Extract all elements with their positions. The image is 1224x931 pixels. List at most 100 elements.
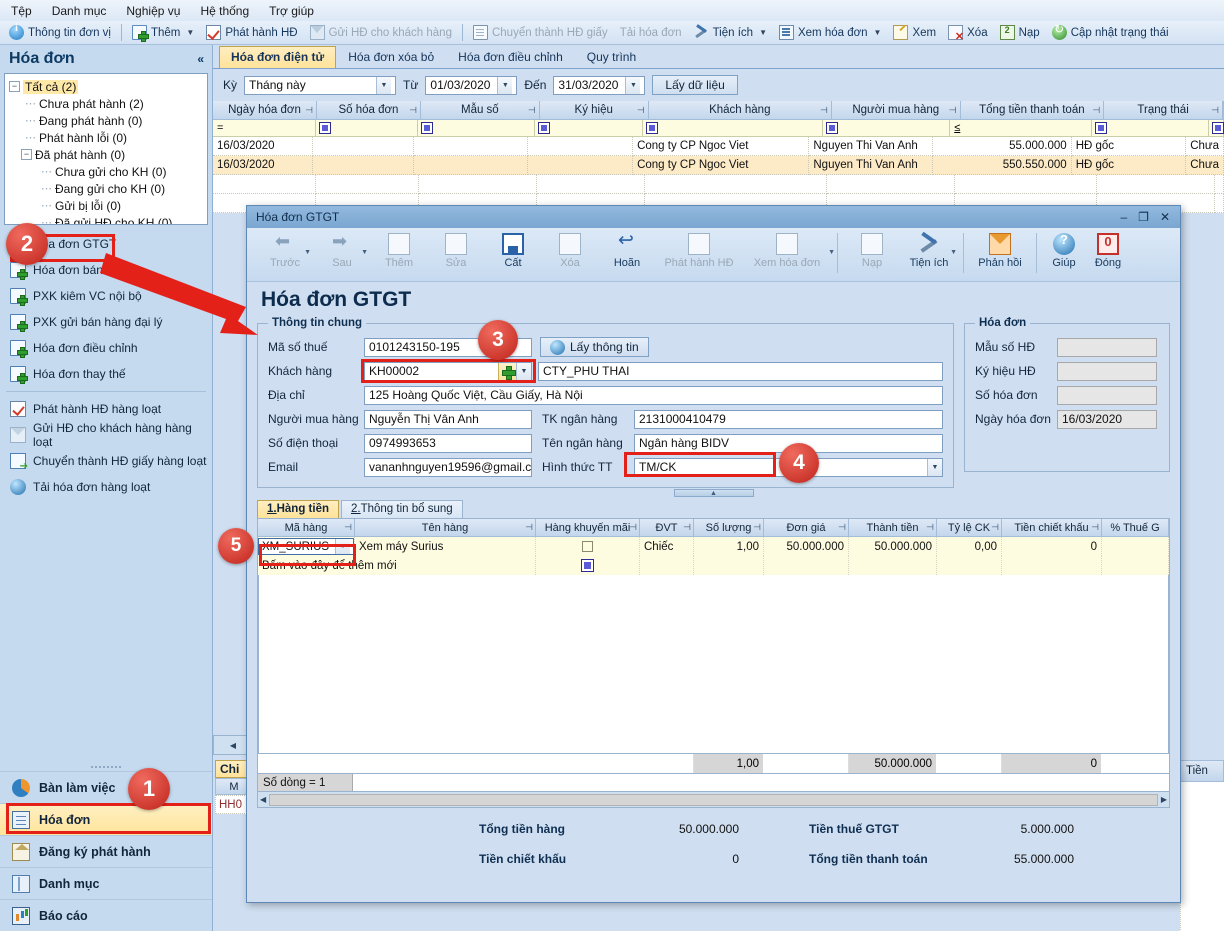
chevron-down-icon[interactable]: ▼ [950, 249, 957, 256]
sidebar-item-tai-hoa-don-hang-loat[interactable]: Tải hóa đơn hàng loạt [0, 474, 212, 500]
item-col-ma-hang[interactable]: Mã hàng ⊣ [258, 519, 355, 537]
item-code-select[interactable]: XM_SURIUS ▼ [258, 538, 354, 555]
maximize-icon[interactable]: ❐ [1138, 210, 1149, 224]
dialog-btn-cat[interactable]: Cất [485, 233, 541, 269]
tree-node[interactable]: ⋯ Đang gửi cho KH (0) [7, 180, 205, 197]
chevron-left-icon[interactable]: ◀ [230, 741, 236, 750]
filter-box-icon[interactable] [421, 122, 434, 134]
menu-item-he-thong[interactable]: Hệ thống [197, 3, 252, 19]
nav-item-ban-lam-viec[interactable]: Bàn làm việc [0, 771, 212, 803]
sidebar-grip[interactable] [0, 763, 212, 771]
item-row[interactable]: XM_SURIUS ▼ Xem máy Surius Chiếc 1,00 50… [258, 537, 1169, 556]
item-col-tien-chiet-khau[interactable]: Tiền chiết khấu ⊣ [1002, 519, 1102, 537]
grid-col-tong-tien-thanh-toan[interactable]: Tổng tiền thanh toán ⊣ [960, 101, 1105, 120]
grid-col-ky-hieu[interactable]: Ký hiệu ⊣ [539, 101, 649, 120]
menu-item-danh-muc[interactable]: Danh mục [49, 3, 110, 19]
filter-box-icon[interactable] [538, 122, 551, 134]
toolbar-phat-hanh-hd[interactable]: Phát hành HĐ [201, 24, 302, 41]
item-cell-so-luong[interactable]: 1,00 [694, 537, 764, 556]
chevron-left-icon[interactable]: ◀ [260, 795, 266, 804]
get-data-button[interactable]: Lấy dữ liệu [652, 75, 738, 95]
menu-item-tro-giup[interactable]: Trợ giúp [266, 3, 317, 19]
add-new-hint[interactable]: Bấm vào đây để thêm mới [258, 556, 536, 575]
item-col-dvt[interactable]: ĐVT ⊣ [640, 519, 694, 537]
customer-name-input[interactable]: CTY_PHU THAI [538, 361, 943, 381]
dialog-btn-giup[interactable]: Giúp [1043, 232, 1085, 269]
collapse-icon[interactable]: « [197, 52, 204, 66]
tree-node[interactable]: ⋯ Đã gửi HĐ cho KH (0) [7, 214, 205, 225]
dialog-btn-dong[interactable]: Đóng [1086, 233, 1130, 269]
grid-filter-cell[interactable]: = [213, 120, 316, 137]
nav-item-danh-muc[interactable]: Danh mục [0, 867, 212, 899]
item-cell-ty-le-ck[interactable]: 0,00 [937, 537, 1002, 556]
tree-node[interactable]: − Đã phát hành (0) [7, 146, 205, 163]
tab-hoa-don-xoa-bo[interactable]: Hóa đơn xóa bỏ [336, 46, 446, 68]
tab-quy-trinh[interactable]: Quy trình [575, 46, 648, 68]
item-cell-thue[interactable] [1102, 537, 1169, 556]
invoice-status-tree[interactable]: − Tất cả (2) ⋯ Chưa phát hành (2) ⋯ Đang… [4, 73, 208, 225]
bank-account-input[interactable]: 2131000410479 [634, 409, 943, 429]
filter-box-icon[interactable] [1212, 122, 1224, 134]
from-date-input[interactable]: 01/03/2020 ▼ [425, 75, 518, 95]
nav-item-bao-cao[interactable]: Báo cáo [0, 899, 212, 931]
buyer-input[interactable]: Nguyễn Thị Vân Anh [364, 409, 532, 429]
grid-col-trang-thai[interactable]: Trạng thái ⊣ [1104, 101, 1223, 120]
toolbar-cap-nhat-trang-thai[interactable]: Cập nhật trạng thái [1047, 22, 1174, 41]
sidebar-item-hoa-don-thay-the[interactable]: Hóa đơn thay thế [0, 361, 212, 387]
chevron-down-icon[interactable]: ▼ [516, 362, 531, 380]
splitter-grip[interactable]: ▲ [673, 489, 754, 497]
grid-col-nguoi-mua-hang[interactable]: Người mua hàng ⊣ [831, 101, 961, 120]
nav-item-hoa-don[interactable]: Hóa đơn [0, 803, 212, 835]
filter-pin-icon[interactable]: ⊣ [344, 522, 352, 533]
tab-hoa-don-dien-tu[interactable]: Hóa đơn điện tử [219, 46, 337, 68]
item-col-hang-khuyen-mai[interactable]: Hàng khuyến mãi ⊣ [536, 519, 640, 537]
chevron-down-icon[interactable]: ▼ [828, 249, 835, 256]
to-date-input[interactable]: 31/03/2020 ▼ [553, 75, 646, 95]
chevron-down-icon[interactable]: ▼ [874, 28, 882, 37]
toolbar-tien-ich[interactable]: Tiện ích ▼ [689, 24, 772, 41]
grid-filter-cell[interactable] [642, 120, 824, 137]
item-grid-hscrollbar[interactable]: ◀ ▶ [257, 792, 1170, 808]
filter-pin-icon[interactable]: ⊣ [409, 105, 417, 116]
tree-node[interactable]: ⋯ Phát hành lỗi (0) [7, 129, 205, 146]
toolbar-nap[interactable]: Nạp [995, 24, 1045, 41]
tab-hoa-don-dieu-chinh[interactable]: Hóa đơn điều chỉnh [446, 46, 575, 68]
expander-icon[interactable]: − [21, 149, 32, 160]
item-cell-ten-hang[interactable]: Xem máy Surius [355, 537, 536, 556]
filter-pin-icon[interactable]: ⊣ [926, 522, 934, 533]
filter-box-icon[interactable] [318, 122, 331, 134]
tab-hang-tien[interactable]: 1.Hàng tiền [257, 500, 339, 518]
chevron-down-icon[interactable]: ▼ [927, 458, 942, 476]
scroll-thumb[interactable] [269, 793, 1158, 806]
chevron-down-icon[interactable]: ▼ [625, 76, 641, 94]
period-select[interactable]: Tháng này ▼ [244, 75, 397, 95]
filter-pin-icon[interactable]: ⊣ [305, 105, 313, 116]
tab-thong-tin-bo-sung[interactable]: 2.Thông tin bổ sung [340, 500, 463, 518]
expander-icon[interactable]: − [9, 81, 20, 92]
tree-node[interactable]: ⋯ Chưa gửi cho KH (0) [7, 163, 205, 180]
tree-node[interactable]: ⋯ Đang phát hành (0) [7, 112, 205, 129]
toolbar-xem[interactable]: Xem [888, 24, 941, 41]
grid-col-mau-so[interactable]: Mẫu số ⊣ [420, 101, 540, 120]
item-cell-khuyen-mai[interactable] [536, 537, 640, 556]
menu-item-tep[interactable]: Tệp [8, 3, 35, 19]
item-col-ty-le-ck[interactable]: Tỷ lệ CK ⊣ [937, 519, 1002, 537]
minimize-icon[interactable]: – [1120, 210, 1127, 224]
dialog-btn-phan-hoi[interactable]: Phản hồi [970, 233, 1030, 269]
filter-pin-icon[interactable]: ⊣ [629, 522, 637, 533]
chevron-down-icon[interactable]: ▼ [376, 76, 392, 94]
checkbox-icon[interactable] [581, 559, 594, 572]
grid-filter-cell[interactable] [535, 120, 643, 137]
add-customer-icon[interactable] [498, 362, 516, 380]
add-new-checkbox-cell[interactable] [536, 556, 640, 575]
grid-filter-cell[interactable]: ≤ [950, 120, 1092, 137]
item-col-thanh-tien[interactable]: Thành tiền ⊣ [849, 519, 937, 537]
grid-filter-cell[interactable] [1091, 120, 1209, 137]
filter-pin-icon[interactable]: ⊣ [1092, 105, 1100, 116]
tree-node[interactable]: ⋯ Gửi bị lỗi (0) [7, 197, 205, 214]
sidebar-item-chuyen-thanh-hd-giay-hang-loat[interactable]: Chuyển thành HĐ giấy hàng loạt [0, 448, 212, 474]
sidebar-item-phat-hanh-hd-hang-loat[interactable]: Phát hành HĐ hàng loạt [0, 396, 212, 422]
item-col-ten-hang[interactable]: Tên hàng ⊣ [355, 519, 536, 537]
toolbar-xoa[interactable]: Xóa [943, 24, 992, 43]
filter-pin-icon[interactable]: ⊣ [991, 522, 999, 533]
